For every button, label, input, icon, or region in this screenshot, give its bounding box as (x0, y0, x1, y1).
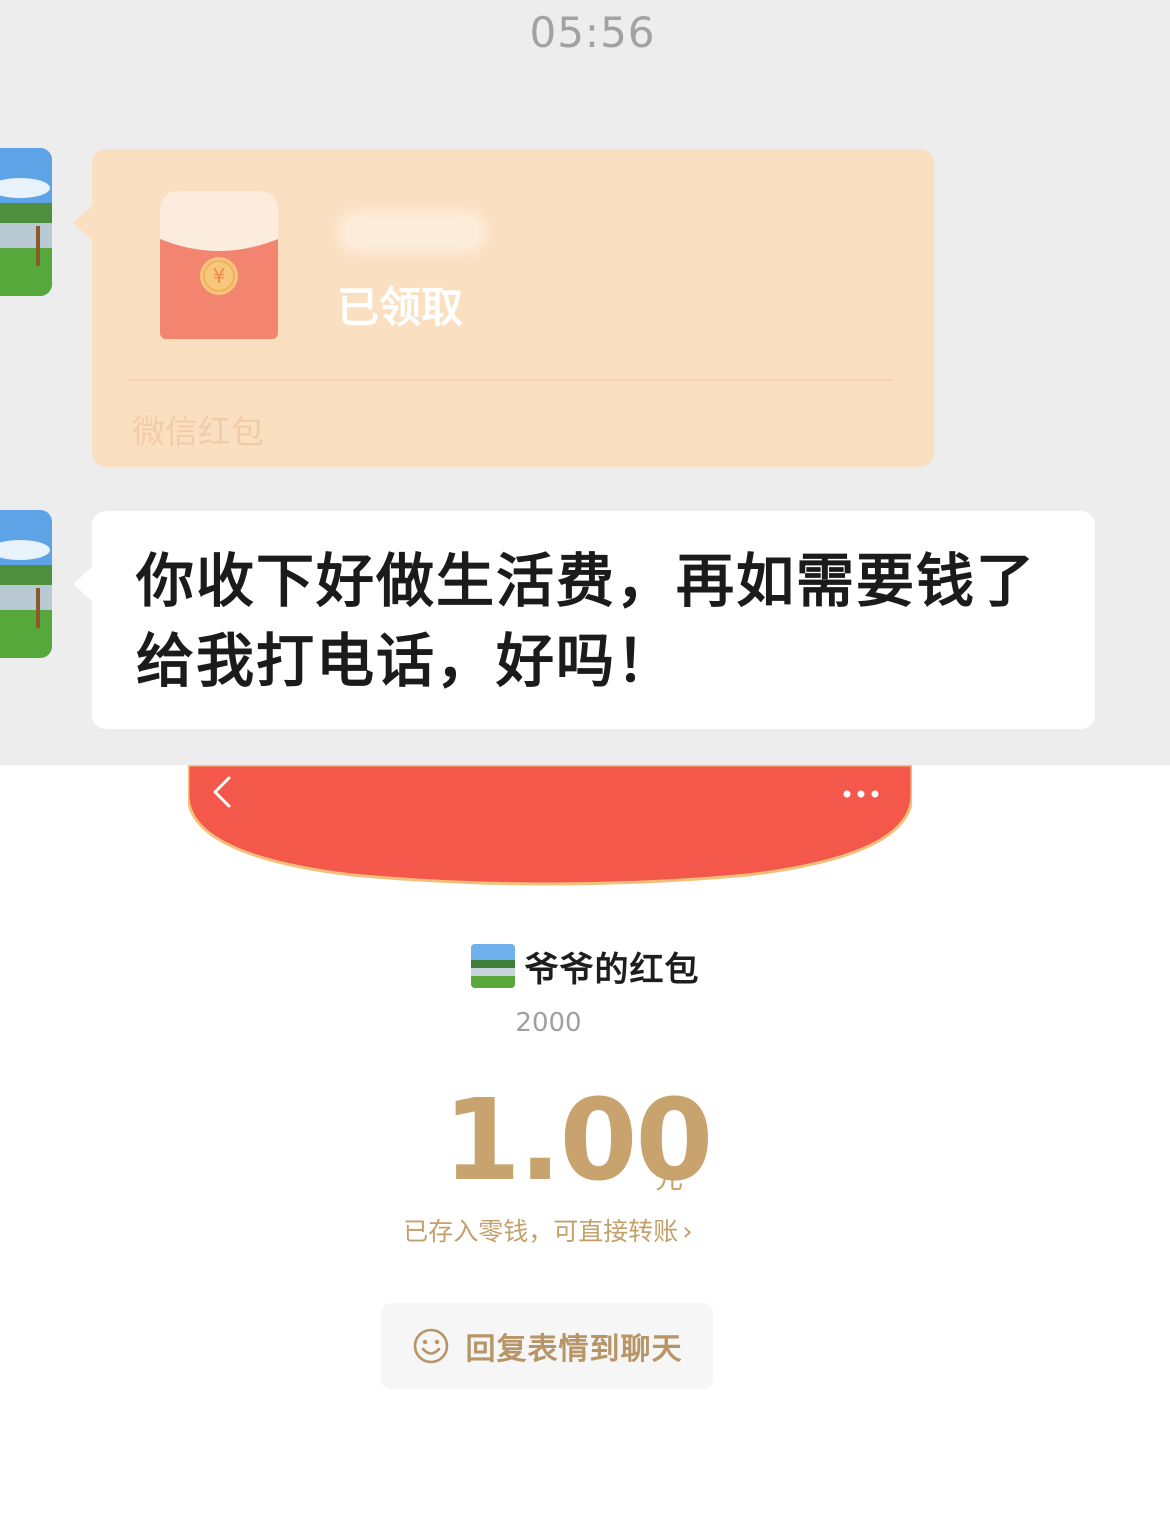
message-text: 你收下好做生活费，再如需要钱了给我打电话，好吗！ (136, 547, 1037, 695)
red-packet-bubble[interactable]: ¥ 已领取 微信红包 (92, 149, 934, 467)
sender-row: 爷爷的红包 (0, 940, 1170, 992)
bubble-tail (73, 566, 93, 602)
reply-button-label: 回复表情到聊天 (465, 1332, 683, 1367)
avatar[interactable] (0, 148, 52, 296)
reply-emoji-button[interactable]: 回复表情到聊天 (381, 1303, 713, 1389)
amount-row: 1.00 元 (0, 1085, 1170, 1197)
chevron-right-icon: › (682, 1217, 693, 1247)
chat-view: 05:56 ¥ 已领取 微信红包 你收下好做生活费，再如需要钱了给我打电话，好吗… (0, 0, 1170, 765)
divider (128, 379, 894, 381)
smiley-icon (413, 1328, 448, 1364)
sender-avatar (470, 944, 515, 988)
blurred-sender-name (337, 211, 487, 253)
timestamp: 05:56 (529, 8, 656, 57)
packet-footer: 微信红包 (132, 412, 264, 451)
bubble-tail (73, 205, 93, 241)
svg-text:¥: ¥ (213, 264, 226, 288)
back-icon[interactable] (205, 772, 245, 812)
deposit-link[interactable]: 已存入零钱，可直接转账 › (0, 1212, 1096, 1248)
wish-text: 2000 (515, 1008, 582, 1038)
red-packet-header (188, 765, 912, 887)
red-envelope-icon: ¥ (160, 191, 278, 339)
sender-title: 爷爷的红包 (524, 949, 700, 990)
currency-unit: 元 (655, 1162, 684, 1195)
text-message-bubble[interactable]: 你收下好做生活费，再如需要钱了给我打电话，好吗！ (92, 511, 1095, 729)
packet-status: 已领取 (337, 283, 464, 332)
avatar[interactable] (0, 510, 52, 658)
deposit-note: 已存入零钱，可直接转账 (403, 1217, 679, 1246)
more-icon[interactable] (838, 782, 884, 806)
